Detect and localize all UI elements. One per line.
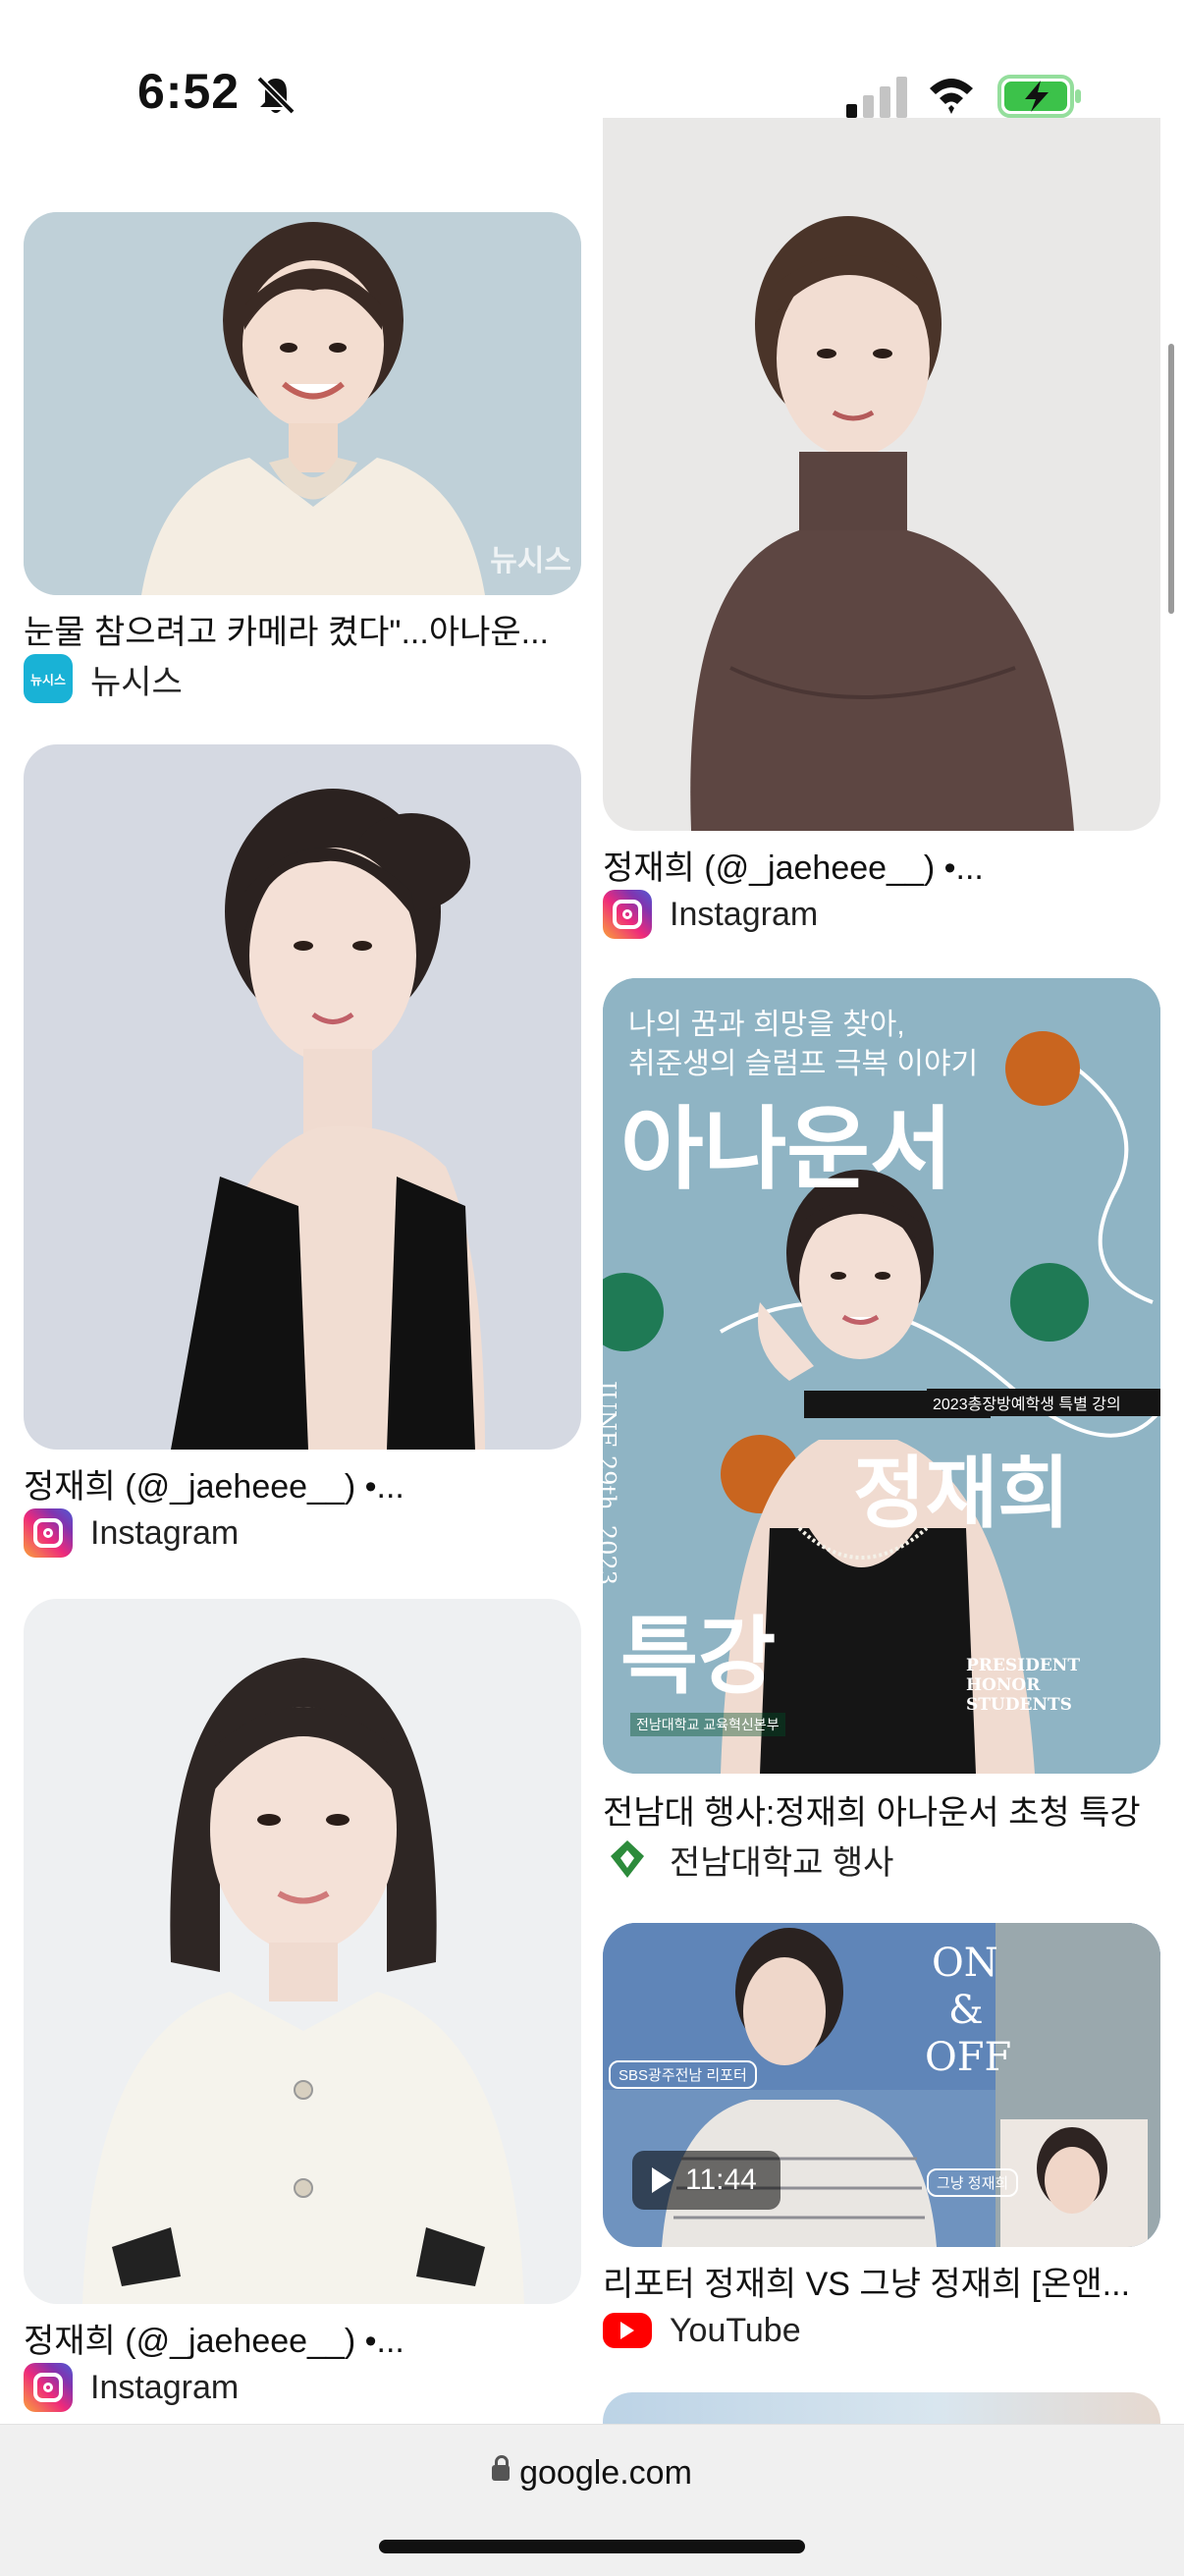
result-image[interactable]: 뉴시스 [24, 212, 581, 595]
result-title[interactable]: 리포터 정재희 VS 그냥 정재희 [온앤... [603, 2257, 1160, 2305]
thumb-tag-plain: 그냥 정재희 [927, 2168, 1019, 2197]
portrait-photo [24, 744, 581, 1450]
result-title[interactable]: 정재희 (@_jaeheee__) •... [24, 1459, 581, 1507]
video-duration: 11:44 [685, 2164, 757, 2196]
jnu-icon [603, 1835, 652, 1884]
source-name: YouTube [670, 2311, 801, 2349]
result-source[interactable]: 전남대학교 행사 [603, 1833, 893, 1886]
source-name: 전남대학교 행사 [670, 1843, 894, 1882]
source-name: Instagram [670, 895, 819, 933]
result-card[interactable]: 뉴시스 눈물 참으려고 카메라 켰다"...아나운... 뉴시스 뉴시스 [24, 212, 581, 703]
result-image[interactable] [24, 1599, 581, 2304]
thumb-tag-reporter: SBS광주전남 리포터 [609, 2060, 757, 2089]
instagram-icon [24, 1508, 73, 1558]
play-icon [652, 2167, 672, 2193]
result-title[interactable]: 눈물 참으려고 카메라 켰다"...아나운... [24, 605, 581, 653]
result-video-thumbnail[interactable]: ON & OFF SBS광주전남 리포터 그냥 정재희 11:44 [603, 1923, 1160, 2247]
newsis-icon: 뉴시스 [24, 654, 73, 703]
poster-tag: 2023총장방예학생 특별 강의 [927, 1389, 1160, 1416]
cellular-signal-icon [846, 77, 907, 118]
result-card[interactable]: 정재희 (@_jaeheee__) •... Instagram [24, 1599, 581, 2424]
instagram-icon [24, 2363, 73, 2412]
poster-english: PRESIDENT HONOR STUDENTS [966, 1656, 1080, 1715]
result-card[interactable]: 정재희 (@_jaeheee__) •... Instagram [603, 118, 1160, 943]
poster-lecture: 특강 [620, 1607, 777, 1706]
poster-title: 아나운서 [620, 1096, 953, 1202]
result-title[interactable]: 정재희 (@_jaeheee__) •... [603, 841, 1160, 889]
instagram-icon [603, 890, 652, 939]
status-bar: 6:52 [0, 0, 1184, 187]
clock: 6:52 [137, 64, 241, 119]
result-source[interactable]: Instagram [603, 888, 818, 941]
lock-icon [492, 2455, 511, 2482]
result-card[interactable]: 정재희 (@_jaeheee__) •... Instagram [24, 744, 581, 1581]
result-image[interactable] [24, 744, 581, 1450]
result-source[interactable]: Instagram [24, 1507, 239, 1560]
bell-muted-icon [256, 76, 296, 115]
result-title[interactable]: 정재희 (@_jaeheee__) •... [24, 2314, 581, 2362]
poster-subtitle-1: 나의 꿈과 희망을 찾아, [628, 1009, 905, 1041]
result-image[interactable] [603, 2392, 1160, 2424]
thumb-amp: & [948, 1988, 984, 2033]
result-source[interactable]: 뉴시스 뉴시스 [24, 652, 183, 705]
result-source[interactable]: YouTube [603, 2304, 801, 2357]
result-title[interactable]: 전남대 행사:정재희 아나운서 초청 특강 [603, 1785, 1160, 1834]
youtube-icon [603, 2313, 652, 2348]
poster-date: JUNE 29th, 2023 [603, 1381, 620, 1585]
image-results-grid: 뉴시스 눈물 참으려고 카메라 켰다"...아나운... 뉴시스 뉴시스 정재희… [0, 0, 1184, 2424]
result-card[interactable]: ON & OFF SBS광주전남 리포터 그냥 정재희 11:44 리포터 정재… [603, 1923, 1160, 2365]
source-name: Instagram [90, 1513, 240, 1552]
result-card-partial[interactable] [603, 2392, 1160, 2424]
video-duration-badge: 11:44 [632, 2151, 780, 2210]
battery-charging-icon [997, 75, 1081, 118]
watermark: 뉴시스 [490, 545, 571, 577]
result-card[interactable]: 나의 꿈과 희망을 찾아, 취준생의 슬럼프 극복 이야기 아나운서 2023총… [603, 978, 1160, 1884]
result-image[interactable] [603, 118, 1160, 831]
poster-org: 전남대학교 교육혁신본부 [630, 1713, 785, 1736]
source-name: Instagram [90, 2368, 240, 2406]
portrait-photo [603, 118, 1160, 831]
thumb-off: OFF [925, 2035, 1012, 2080]
source-name: 뉴시스 [90, 663, 183, 701]
url-text: google.com [519, 2454, 692, 2492]
portrait-photo [24, 1599, 581, 2304]
home-indicator[interactable] [379, 2540, 805, 2553]
poster-name: 정재희 [853, 1447, 1070, 1539]
wifi-icon [930, 79, 973, 114]
address-bar[interactable]: google.com [0, 2454, 1184, 2493]
thumb-on: ON [932, 1941, 998, 1986]
result-image[interactable]: 나의 꿈과 희망을 찾아, 취준생의 슬럼프 극복 이야기 아나운서 2023총… [603, 978, 1160, 1774]
scrollbar[interactable] [1168, 344, 1174, 614]
result-source[interactable]: Instagram [24, 2361, 239, 2414]
